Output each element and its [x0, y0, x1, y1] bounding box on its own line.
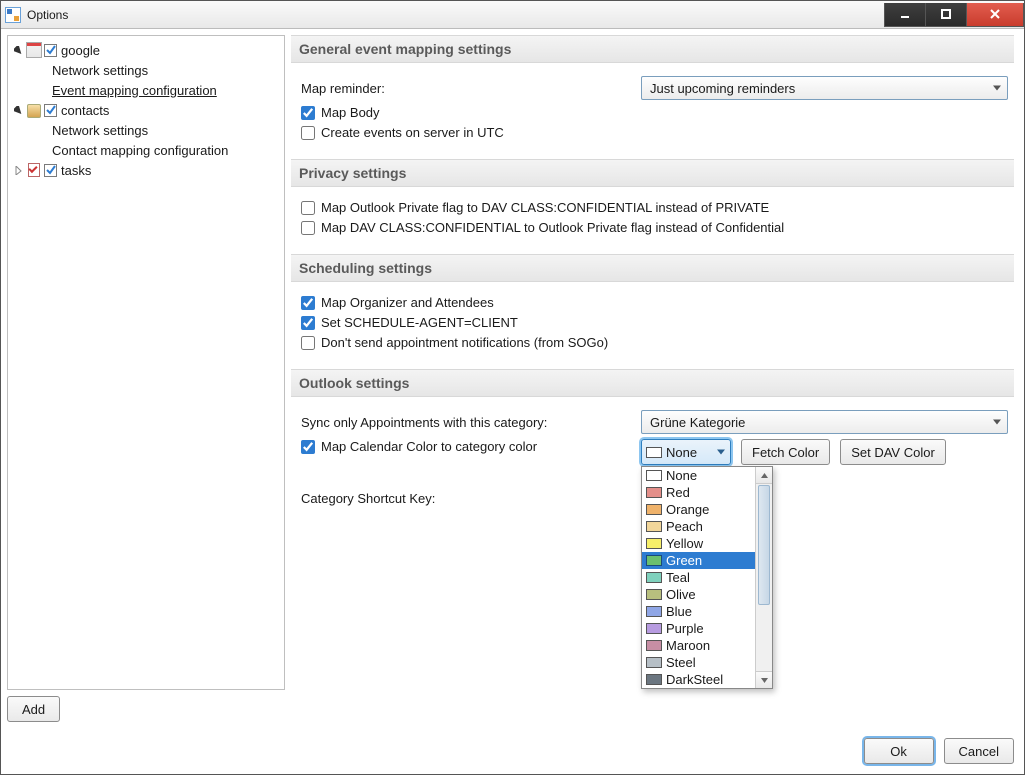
map-reminder-select[interactable]: Just upcoming reminders: [641, 76, 1008, 100]
sync-category-select[interactable]: Grüne Kategorie: [641, 410, 1008, 434]
map-color-checkbox[interactable]: [301, 440, 315, 454]
checkbox[interactable]: [44, 164, 57, 177]
section-privacy-header: Privacy settings: [291, 159, 1014, 187]
window-title: Options: [27, 8, 885, 22]
color-swatch-icon: [646, 623, 662, 634]
expander-icon[interactable]: [12, 104, 24, 116]
scrollbar[interactable]: [755, 467, 772, 688]
content: google Network settings Event mapping co…: [1, 29, 1024, 730]
checkbox[interactable]: [44, 104, 57, 117]
color-swatch-icon: [646, 470, 662, 481]
color-swatch-icon: [646, 487, 662, 498]
tree-node-google[interactable]: google: [10, 40, 282, 60]
scroll-up-icon[interactable]: [756, 467, 772, 484]
minimize-button[interactable]: [884, 3, 926, 27]
color-swatch-icon: [646, 447, 662, 458]
set-dav-color-button[interactable]: Set DAV Color: [840, 439, 946, 465]
tree-node-tasks[interactable]: tasks: [10, 160, 282, 180]
color-option-red[interactable]: Red: [642, 484, 755, 501]
utc-label: Create events on server in UTC: [321, 125, 504, 140]
color-dropdown-list[interactable]: NoneRedOrangePeachYellowGreenTealOliveBl…: [641, 466, 773, 689]
color-option-none[interactable]: None: [642, 467, 755, 484]
color-option-orange[interactable]: Orange: [642, 501, 755, 518]
expander-icon[interactable]: [12, 164, 24, 176]
color-option-darksteel[interactable]: DarkSteel: [642, 671, 755, 688]
profile-tree[interactable]: google Network settings Event mapping co…: [7, 35, 285, 690]
fetch-color-button[interactable]: Fetch Color: [741, 439, 830, 465]
section-outlook-header: Outlook settings: [291, 369, 1014, 397]
color-option-purple[interactable]: Purple: [642, 620, 755, 637]
dialog-footer: Ok Cancel: [1, 730, 1024, 774]
color-swatch-icon: [646, 589, 662, 600]
chevron-down-icon: [717, 450, 725, 455]
sidebar: google Network settings Event mapping co…: [7, 35, 285, 730]
cancel-button[interactable]: Cancel: [944, 738, 1014, 764]
color-swatch-icon: [646, 674, 662, 685]
section-scheduling-header: Scheduling settings: [291, 254, 1014, 282]
color-option-steel[interactable]: Steel: [642, 654, 755, 671]
settings-pane: General event mapping settings Map remin…: [291, 35, 1018, 730]
color-swatch-icon: [646, 555, 662, 566]
scroll-thumb[interactable]: [758, 485, 770, 605]
checkbox[interactable]: [44, 44, 57, 57]
color-swatch-icon: [646, 657, 662, 668]
scroll-down-icon[interactable]: [756, 671, 772, 688]
color-option-yellow[interactable]: Yellow: [642, 535, 755, 552]
color-option-blue[interactable]: Blue: [642, 603, 755, 620]
map-body-label: Map Body: [321, 105, 380, 120]
tree-label: google: [61, 43, 100, 58]
color-swatch-icon: [646, 572, 662, 583]
shortcut-key-label: Category Shortcut Key:: [301, 491, 641, 506]
color-swatch-icon: [646, 606, 662, 617]
map-body-checkbox[interactable]: [301, 106, 315, 120]
tasks-icon: [26, 162, 42, 178]
calendar-icon: [26, 42, 42, 58]
tree-child-contact-mapping[interactable]: Contact mapping configuration: [10, 140, 282, 160]
color-swatch-icon: [646, 640, 662, 651]
expander-icon[interactable]: [12, 44, 24, 56]
contacts-icon: [26, 102, 42, 118]
tree-label: tasks: [61, 163, 91, 178]
ok-button[interactable]: Ok: [864, 738, 934, 764]
color-option-olive[interactable]: Olive: [642, 586, 755, 603]
chevron-down-icon: [993, 86, 1001, 91]
color-swatch-icon: [646, 504, 662, 515]
utc-checkbox[interactable]: [301, 126, 315, 140]
tree-node-contacts[interactable]: contacts: [10, 100, 282, 120]
schedule-agent-checkbox[interactable]: [301, 316, 315, 330]
map-reminder-label: Map reminder:: [301, 81, 641, 96]
options-window: Options: [0, 0, 1025, 775]
add-button[interactable]: Add: [7, 696, 60, 722]
privacy-confidential-checkbox[interactable]: [301, 201, 315, 215]
section-general-header: General event mapping settings: [291, 35, 1014, 63]
titlebar[interactable]: Options: [1, 1, 1024, 29]
tree-child-network[interactable]: Network settings: [10, 120, 282, 140]
tree-child-network[interactable]: Network settings: [10, 60, 282, 80]
color-option-green[interactable]: Green: [642, 552, 755, 569]
sogo-notify-checkbox[interactable]: [301, 336, 315, 350]
window-controls: [885, 3, 1024, 27]
color-option-peach[interactable]: Peach: [642, 518, 755, 535]
app-icon: [5, 7, 21, 23]
color-option-maroon[interactable]: Maroon: [642, 637, 755, 654]
sync-category-label: Sync only Appointments with this categor…: [301, 415, 641, 430]
color-option-teal[interactable]: Teal: [642, 569, 755, 586]
chevron-down-icon: [993, 420, 1001, 425]
color-swatch-icon: [646, 538, 662, 549]
map-organizer-checkbox[interactable]: [301, 296, 315, 310]
maximize-button[interactable]: [925, 3, 967, 27]
tree-child-event-mapping[interactable]: Event mapping configuration: [10, 80, 282, 100]
color-swatch-icon: [646, 521, 662, 532]
privacy-reverse-checkbox[interactable]: [301, 221, 315, 235]
close-button[interactable]: [966, 3, 1024, 27]
tree-label: contacts: [61, 103, 109, 118]
category-color-select[interactable]: None: [641, 439, 731, 465]
